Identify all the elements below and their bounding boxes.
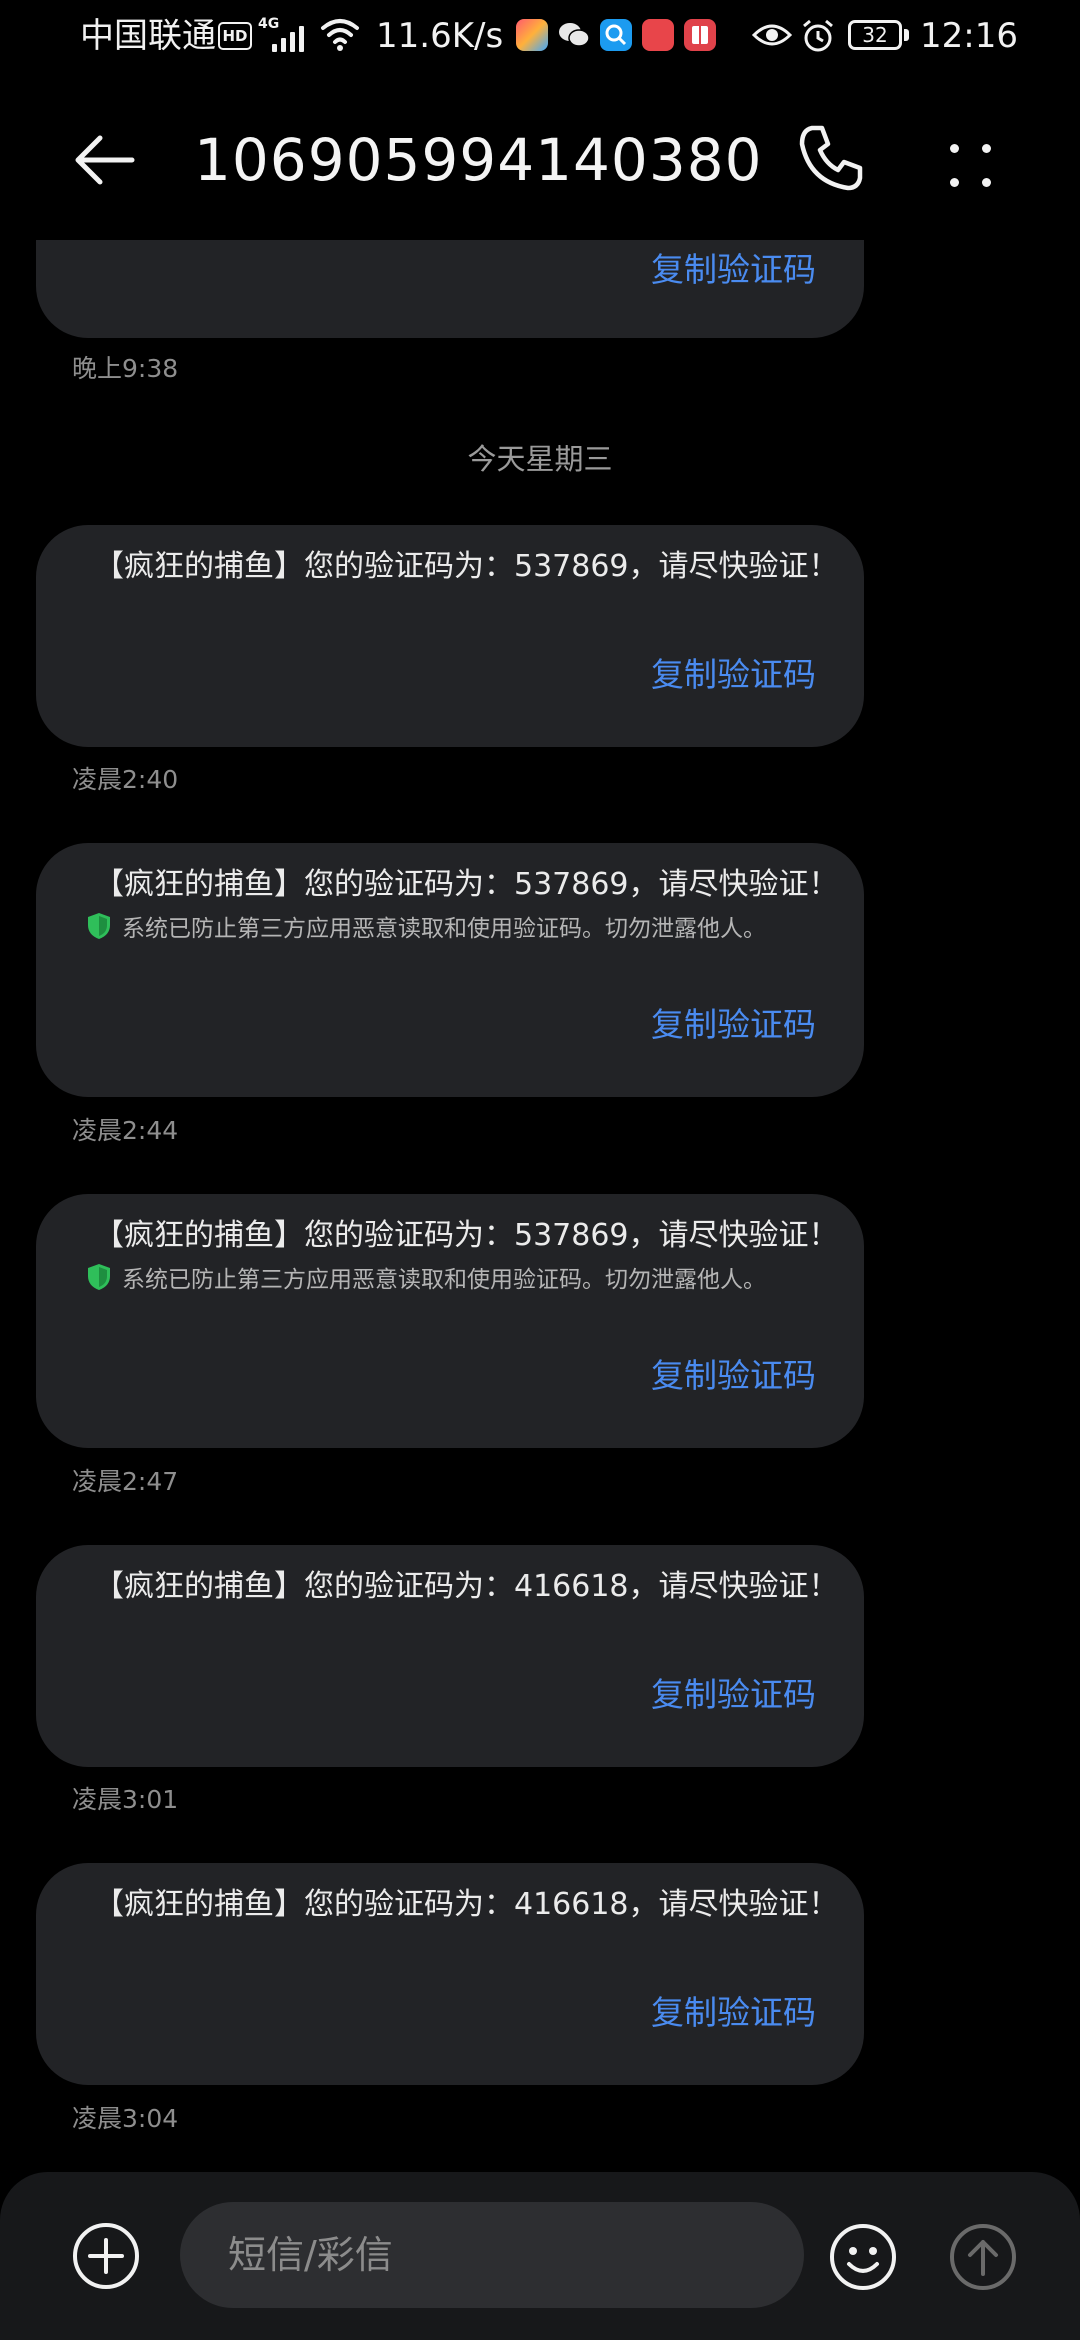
notice-text: 系统已防止第三方应用恶意读取和使用验证码。切勿泄露他人。 [122,916,766,942]
message-time: 凌晨2:40 [72,765,179,794]
more-vertical-icon[interactable] [940,118,1000,198]
notice-text: 系统已防止第三方应用恶意读取和使用验证码。切勿泄露他人。 [122,1267,766,1293]
book-icon [684,19,716,51]
copy-code-button[interactable]: 复制验证码 [651,653,816,697]
shield-icon [88,913,110,939]
message-bubble: 【疯狂的捕鱼】您的验证码为：537869，请尽快验证！ 系统已防止第三方应用恶意… [36,1194,864,1448]
wechat-icon [559,23,590,47]
hd-badge: HD [218,22,252,50]
shield-icon [88,1264,110,1290]
copy-code-button[interactable]: 复制验证码 [651,1673,816,1717]
phone-icon[interactable] [790,118,870,198]
copy-code-button[interactable]: 复制验证码 [651,1354,816,1398]
copy-code-button[interactable]: 复制验证码 [651,1991,816,2035]
copy-code-button[interactable]: 复制验证码 [651,1003,816,1047]
message-text: 【疯狂的捕鱼】您的验证码为：416618，请尽快验证！ [94,1569,839,1604]
message-text: 【疯狂的捕鱼】您的验证码为：537869，请尽快验证！ [94,549,839,584]
message-bubble: 复制验证码 [36,240,864,338]
message-bubble: 【疯狂的捕鱼】您的验证码为：416618，请尽快验证！ 复制验证码 [36,1545,864,1767]
huawei-shop-icon [642,19,674,51]
message-bubble: 【疯狂的捕鱼】您的验证码为：537869，请尽快验证！ 系统已防止第三方应用恶意… [36,843,864,1097]
message-bubble: 【疯狂的捕鱼】您的验证码为：416618，请尽快验证！ 复制验证码 [36,1863,864,2085]
message-input[interactable] [180,2202,804,2308]
battery-icon: 32 [848,20,902,50]
store-icon [516,19,548,51]
copy-code-button[interactable]: 复制验证码 [651,248,816,292]
message-bubble: 【疯狂的捕鱼】您的验证码为：537869，请尽快验证！ 复制验证码 [36,525,864,747]
message-thread[interactable]: 复制验证码 晚上9:38 今天星期三 【疯狂的捕鱼】您的验证码为：537869，… [0,240,1080,2170]
message-time: 凌晨2:44 [72,1116,179,1145]
wifi-icon [321,19,359,51]
message-composer [0,2172,1080,2340]
security-notice: 系统已防止第三方应用恶意读取和使用验证码。切勿泄露他人。 [86,1260,766,1294]
message-time: 凌晨2:47 [72,1467,179,1496]
alarm-icon [803,19,833,52]
send-icon[interactable] [948,2222,1018,2292]
eye-comfort-icon [752,24,792,46]
message-text: 【疯狂的捕鱼】您的验证码为：537869，请尽快验证！ [94,1218,839,1253]
message-text: 【疯狂的捕鱼】您的验证码为：537869，请尽快验证！ [94,867,839,902]
status-bar: 中国联通 HD 4G 11.6K/s 32 12:16 [0,0,1080,80]
back-arrow-icon[interactable] [70,120,150,200]
message-text: 【疯狂的捕鱼】您的验证码为：416618，请尽快验证！ [94,1887,839,1922]
clock-time: 12:16 [920,16,1018,56]
contact-number: 106905994140380 [194,126,763,194]
battery-tip [904,29,909,41]
message-time: 晚上9:38 [72,354,179,383]
carrier-name: 中国联通 [80,16,216,56]
add-circle-icon[interactable] [72,2222,140,2290]
browser-icon [600,19,632,51]
conversation-header: 106905994140380 [0,80,1080,240]
message-time: 凌晨3:01 [72,1785,179,1814]
net-speed: 11.6K/s [376,16,504,56]
message-time: 凌晨3:04 [72,2104,179,2133]
security-notice: 系统已防止第三方应用恶意读取和使用验证码。切勿泄露他人。 [86,909,766,943]
signal-icon [272,20,312,52]
date-separator: 今天星期三 [467,442,613,476]
emoji-icon[interactable] [828,2222,898,2292]
